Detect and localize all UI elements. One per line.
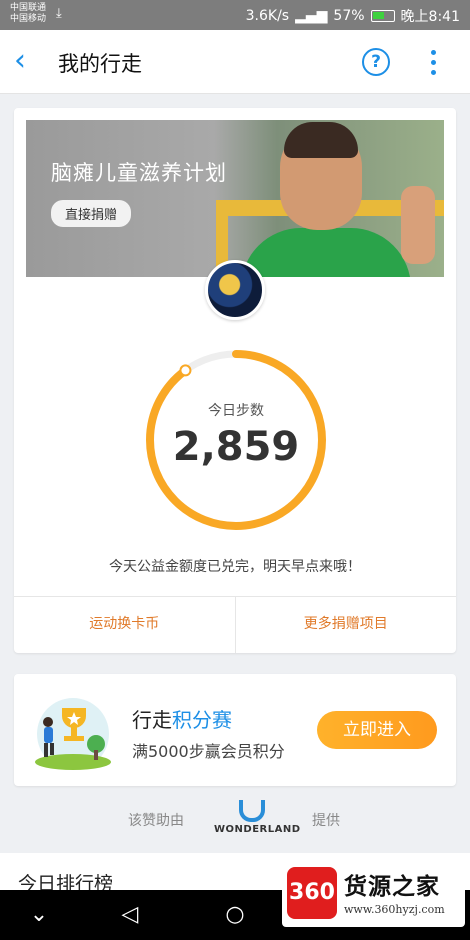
steps-value: 2,859 [172, 424, 300, 470]
more-projects-button[interactable]: 更多捐赠项目 [234, 597, 457, 653]
donate-button[interactable]: 直接捐赠 [51, 200, 132, 227]
banner-child-hair [284, 122, 358, 158]
banner-child-shirt [241, 228, 411, 277]
help-icon[interactable]: ? [362, 48, 390, 76]
page-title: 我的行走 [58, 52, 142, 76]
battery-level: 57% [333, 8, 365, 24]
signal-icon: ▂▄▆ [295, 8, 328, 24]
nav-back-triangle-icon[interactable]: ◁ [115, 900, 145, 930]
wonderland-mark-icon [239, 800, 265, 822]
enter-now-button[interactable]: 立即进入 [317, 711, 437, 749]
nav-home-circle-icon[interactable]: ○ [220, 900, 250, 930]
status-bar: 中国联通 中国移动 ⤓ 3.6K/s ▂▄▆ 57% 晚上8:41 [0, 0, 470, 30]
sponsor-line: 该赞助由 WONDERLAND 提供 [0, 796, 470, 846]
charity-banner[interactable]: 脑瘫儿童滋养计划 直接捐赠 [26, 120, 444, 277]
watermark-url: www.360hyzj.com [344, 903, 445, 916]
action-row: 运动换卡币 更多捐赠项目 [14, 596, 456, 653]
banner-child-hand [401, 186, 435, 264]
app-bar: ‹ 我的行走 ? [0, 30, 470, 94]
carrier-info: 中国联通 中国移动 [10, 3, 46, 25]
promo-title: 行走积分赛 [132, 704, 232, 733]
walking-card: 脑瘫儿童滋养计划 直接捐赠 今日步数 2,859 今天公益金额度已兑完，明天早点… [14, 108, 456, 653]
site-watermark: 360 货源之家 www.360hyzj.com [282, 861, 465, 927]
sponsor-prefix: 该赞助由 [128, 813, 184, 829]
promo-title-prefix: 行走 [132, 708, 172, 732]
carrier-2: 中国移动 [10, 14, 47, 24]
trophy-runner-illustration [35, 698, 111, 770]
steps-label: 今日步数 [208, 403, 264, 419]
wonderland-logo: WONDERLAND [210, 800, 300, 840]
nav-hide-chevron-icon[interactable]: ⌄ [24, 900, 54, 930]
status-right: 3.6K/s ▂▄▆ 57% 晚上8:41 [246, 6, 460, 26]
battery-icon [370, 10, 395, 22]
more-menu-icon[interactable] [424, 48, 442, 76]
status-message: 今天公益金额度已兑完，明天早点来哦！ [109, 559, 361, 575]
download-icon: ⤓ [56, 6, 62, 21]
carrier-1: 中国联通 [10, 3, 47, 13]
promo-title-emphasis: 积分赛 [172, 708, 232, 732]
watermark-badge: 360 [287, 867, 337, 919]
sponsor-suffix: 提供 [312, 813, 340, 829]
wonderland-wordmark: WONDERLAND [214, 824, 301, 835]
exchange-coins-button[interactable]: 运动换卡币 [14, 597, 235, 653]
clock: 晚上8:41 [400, 9, 460, 25]
promo-card[interactable]: 行走积分赛 满5000步赢会员积分 立即进入 [14, 674, 456, 786]
banner-title: 脑瘫儿童滋养计划 [51, 161, 227, 185]
avatar[interactable] [205, 260, 265, 320]
promo-subtitle: 满5000步赢会员积分 [132, 742, 285, 761]
network-speed: 3.6K/s [245, 8, 290, 24]
back-chevron-icon[interactable]: ‹ [14, 46, 42, 76]
ring-end-dot [179, 364, 192, 377]
watermark-name: 货源之家 [344, 874, 440, 900]
